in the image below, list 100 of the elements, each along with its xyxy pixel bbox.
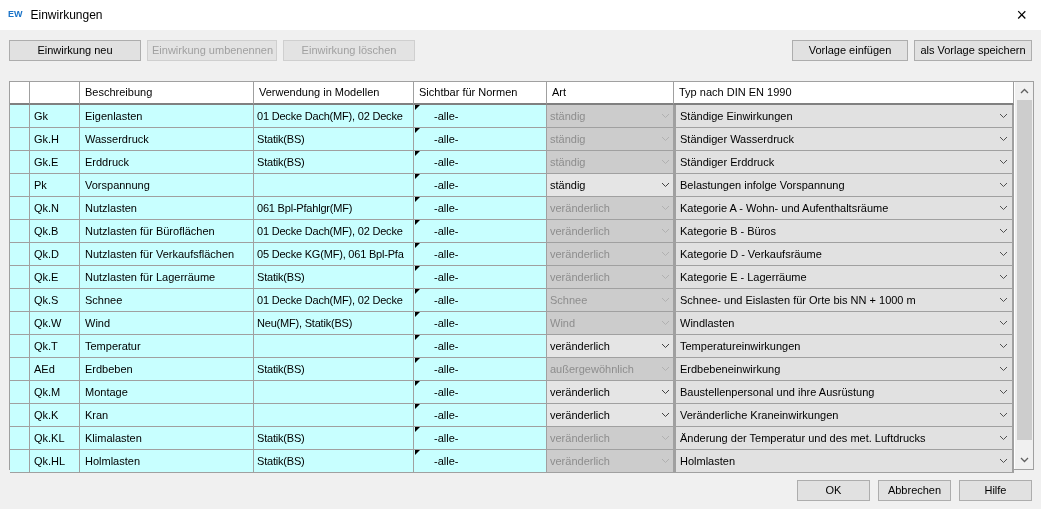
dropdown-chevron-icon[interactable] (999, 274, 1008, 280)
table-cell-text: -alle- (434, 292, 459, 308)
toolbar-button[interactable]: als Vorlage speichern (914, 39, 1032, 61)
table-cell: Wind (80, 312, 254, 335)
dropdown[interactable]: Kategorie E - Lagerräume (674, 266, 1014, 289)
table-cell: Statik(BS) (254, 358, 414, 381)
table-cell-text: -alle- (434, 407, 459, 423)
row-header[interactable] (10, 335, 30, 358)
table-cell: Qk.KL (30, 427, 80, 450)
table-cell: Statik(BS) (254, 450, 414, 473)
table-cell: Pk (30, 174, 80, 197)
dropdown[interactable]: Kategorie A - Wohn- und Aufenthaltsräume (674, 197, 1014, 220)
dropdown-chevron-icon[interactable] (999, 182, 1008, 188)
table-cell: Statik(BS) (254, 427, 414, 450)
table-cell: Gk (30, 105, 80, 128)
corner-mark-icon (415, 289, 420, 294)
dropdown[interactable]: Erdbebeneinwirkung (674, 358, 1014, 381)
row-header[interactable] (10, 105, 30, 128)
dropdown-chevron-icon[interactable] (999, 205, 1008, 211)
column-header: Sichtbar für Normen (414, 82, 547, 105)
corner-mark-icon (415, 427, 420, 432)
row-header[interactable] (10, 220, 30, 243)
table-cell-text: -alle- (434, 223, 459, 239)
table-cell: Qk.HL (30, 450, 80, 473)
table-cell: Schnee (80, 289, 254, 312)
toolbar-button[interactable]: Einwirkung neu (9, 39, 141, 61)
table-cell-text: -alle- (434, 384, 459, 400)
dropdown[interactable]: Ständiger Erddruck (674, 151, 1014, 174)
scroll-up-icon[interactable] (1019, 88, 1029, 94)
corner-mark-icon (415, 312, 420, 317)
corner-mark-icon (415, 358, 420, 363)
close-button[interactable]: × (1012, 6, 1031, 24)
dropdown[interactable]: veränderlich (547, 404, 674, 427)
dropdown-chevron-icon[interactable] (999, 389, 1008, 395)
row-header[interactable] (10, 243, 30, 266)
table-cell: Erdbeben (80, 358, 254, 381)
row-header[interactable] (10, 381, 30, 404)
row-header[interactable] (10, 358, 30, 381)
row-header[interactable] (10, 312, 30, 335)
dropdown-chevron-icon[interactable] (661, 343, 670, 349)
row-header[interactable] (10, 450, 30, 473)
dropdown[interactable]: Belastungen infolge Vorspannung (674, 174, 1014, 197)
row-header[interactable] (10, 289, 30, 312)
dropdown-chevron-icon[interactable] (661, 412, 670, 418)
row-header[interactable] (10, 266, 30, 289)
dropdown-chevron-icon[interactable] (999, 251, 1008, 257)
column-header: Art (547, 82, 674, 105)
dialog-button[interactable]: OK (797, 480, 870, 501)
toolbar-button[interactable]: Vorlage einfügen (792, 39, 908, 61)
dropdown-chevron-icon[interactable] (999, 297, 1008, 303)
dropdown[interactable]: Kategorie D - Verkaufsräume (674, 243, 1014, 266)
dropdown[interactable]: Veränderliche Kraneinwirkungen (674, 404, 1014, 427)
table-cell: 01 Decke Dach(MF), 02 Decke (254, 220, 414, 243)
table-cell: Qk.E (30, 266, 80, 289)
row-header[interactable] (10, 427, 30, 450)
dropdown-chevron-icon[interactable] (999, 435, 1008, 441)
dropdown[interactable]: Ständiger Wasserdruck (674, 128, 1014, 151)
dropdown-chevron-icon[interactable] (999, 228, 1008, 234)
dropdown-chevron-icon[interactable] (999, 113, 1008, 119)
dropdown-chevron-icon[interactable] (999, 343, 1008, 349)
app-logo: EW (8, 8, 23, 22)
dropdown-chevron-icon[interactable] (999, 458, 1008, 464)
row-header[interactable] (10, 404, 30, 427)
dropdown-chevron-icon[interactable] (999, 159, 1008, 165)
dropdown[interactable]: Holmlasten (674, 450, 1014, 473)
table-cell: Gk.E (30, 151, 80, 174)
dropdown[interactable]: ständig (547, 174, 674, 197)
dropdown[interactable]: Änderung der Temperatur und des met. Luftdrucks (674, 427, 1014, 450)
dropdown-chevron-icon[interactable] (999, 320, 1008, 326)
dropdown-chevron-icon[interactable] (999, 136, 1008, 142)
table-cell: Montage (80, 381, 254, 404)
table-cell: Eigenlasten (80, 105, 254, 128)
dropdown[interactable]: veränderlich (547, 381, 674, 404)
corner-mark-icon (415, 266, 420, 271)
dropdown[interactable]: Kategorie B - Büros (674, 220, 1014, 243)
row-header[interactable] (10, 151, 30, 174)
table-cell: Temperatur (80, 335, 254, 358)
table-cell: 061 Bpl-Pfahlgr(MF) (254, 197, 414, 220)
table-cell: Holmlasten (80, 450, 254, 473)
dropdown[interactable]: Schnee- und Eislasten für Orte bis NN + 1000 m (674, 289, 1014, 312)
scroll-down-icon[interactable] (1019, 457, 1029, 463)
scrollbar[interactable] (1015, 82, 1033, 469)
dropdown-chevron-icon[interactable] (661, 182, 670, 188)
row-header[interactable] (10, 128, 30, 151)
dropdown[interactable]: veränderlich (547, 335, 674, 358)
dropdown-chevron-icon[interactable] (999, 412, 1008, 418)
row-header[interactable] (10, 197, 30, 220)
dialog-button[interactable]: Hilfe (959, 480, 1032, 501)
dialog-button[interactable]: Abbrechen (878, 480, 951, 501)
table-cell-text: -alle- (434, 338, 459, 354)
corner-mark-icon (415, 243, 420, 248)
dropdown[interactable]: Baustellenpersonal und ihre Ausrüstung (674, 381, 1014, 404)
table-cell: Statik(BS) (254, 266, 414, 289)
dropdown-chevron-icon[interactable] (999, 366, 1008, 372)
scroll-thumb[interactable] (1016, 100, 1032, 440)
dropdown[interactable]: Ständige Einwirkungen (674, 105, 1014, 128)
dropdown[interactable]: Temperatureinwirkungen (674, 335, 1014, 358)
dropdown-chevron-icon[interactable] (661, 389, 670, 395)
dropdown[interactable]: Windlasten (674, 312, 1014, 335)
row-header[interactable] (10, 174, 30, 197)
